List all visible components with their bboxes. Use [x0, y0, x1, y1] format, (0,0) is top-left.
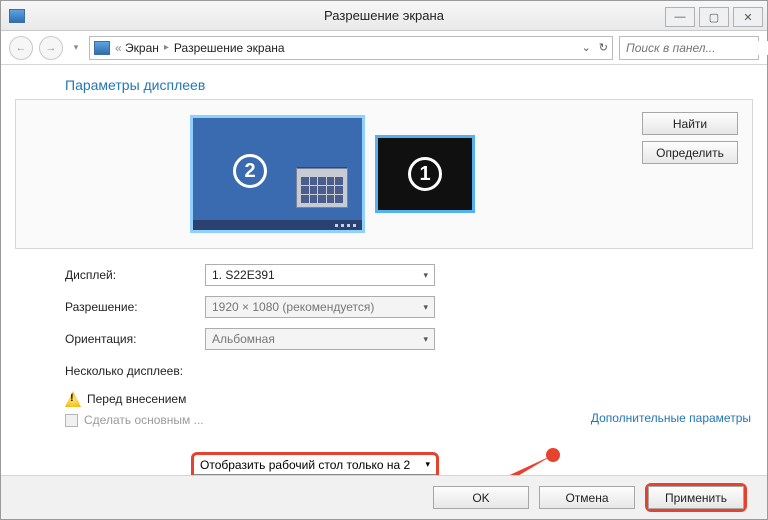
display-preview: 2 1 Найти Определить	[15, 99, 753, 249]
monitor-number: 2	[233, 154, 267, 188]
warning-icon	[65, 391, 81, 407]
monitor-number: 1	[408, 157, 442, 191]
nav-back-button[interactable]: ←	[9, 36, 33, 60]
find-button[interactable]: Найти	[642, 112, 738, 135]
breadcrumb-item[interactable]: Разрешение экрана	[174, 41, 285, 55]
close-button[interactable]: ✕	[733, 7, 763, 27]
resolution-select[interactable]: 1920 × 1080 (рекомендуется)▾	[205, 296, 435, 318]
chevron-down-icon: ▾	[423, 270, 428, 281]
monitor-thumbnail-1[interactable]: 1	[375, 135, 475, 213]
breadcrumb-separator-icon: ▸	[164, 42, 169, 53]
warning-text: Перед внесением	[87, 392, 186, 406]
monitor-thumbnail-2[interactable]: 2	[190, 115, 365, 233]
apply-button[interactable]: Применить	[648, 486, 744, 509]
search-box[interactable]: 🔍	[619, 36, 759, 60]
app-icon	[9, 9, 25, 23]
maximize-button[interactable]: ▢	[699, 7, 729, 27]
chevron-down-icon: ▾	[425, 459, 430, 470]
settings-form: Дисплей: 1. S22E391▾ Разрешение: 1920 × …	[65, 259, 753, 387]
orientation-select[interactable]: Альбомная▾	[205, 328, 435, 350]
minimize-button[interactable]: —	[665, 7, 695, 27]
warning-row: Перед внесением	[65, 391, 753, 407]
titlebar: Разрешение экрана — ▢ ✕	[1, 1, 767, 31]
content-area: Параметры дисплеев 2 1 Найти Определить	[1, 65, 767, 475]
dialog-footer: OK Отмена Применить	[1, 475, 767, 519]
window-title: Разрешение экрана	[324, 8, 444, 23]
navbar: ← → ▾ « Экран ▸ Разрешение экрана ⌄↻ 🔍	[1, 31, 767, 65]
chevron-down-icon: ▾	[423, 302, 428, 313]
refresh-icon[interactable]: ↻	[599, 41, 608, 54]
display-icon	[94, 41, 110, 55]
address-dropdown-icon[interactable]: ⌄	[582, 41, 591, 54]
search-input[interactable]	[626, 41, 768, 55]
page-heading: Параметры дисплеев	[65, 77, 753, 93]
breadcrumb-item[interactable]: Экран	[125, 41, 159, 55]
display-label: Дисплей:	[65, 268, 205, 282]
multiple-displays-value: Отобразить рабочий стол только на 2	[200, 458, 410, 472]
chevron-down-icon: ▾	[423, 334, 428, 345]
make-primary-checkbox[interactable]	[65, 414, 78, 427]
cancel-button[interactable]: Отмена	[539, 486, 635, 509]
annotation-arrow-icon	[431, 445, 561, 475]
orientation-label: Ориентация:	[65, 332, 205, 346]
nav-history-dropdown[interactable]: ▾	[69, 42, 83, 53]
ok-button[interactable]: OK	[433, 486, 529, 509]
resolution-label: Разрешение:	[65, 300, 205, 314]
control-panel-window: Разрешение экрана — ▢ ✕ ← → ▾ « Экран ▸ …	[0, 0, 768, 520]
identify-button[interactable]: Определить	[642, 141, 738, 164]
address-bar[interactable]: « Экран ▸ Разрешение экрана ⌄↻	[89, 36, 613, 60]
multiple-displays-label: Несколько дисплеев:	[65, 364, 205, 378]
advanced-settings-link[interactable]: Дополнительные параметры	[591, 411, 751, 425]
multiple-displays-select[interactable]: Отобразить рабочий стол только на 2 ▾ Ду…	[191, 452, 439, 475]
display-select[interactable]: 1. S22E391▾	[205, 264, 435, 286]
nav-forward-button[interactable]: →	[39, 36, 63, 60]
make-primary-label: Сделать основным ...	[84, 413, 204, 427]
